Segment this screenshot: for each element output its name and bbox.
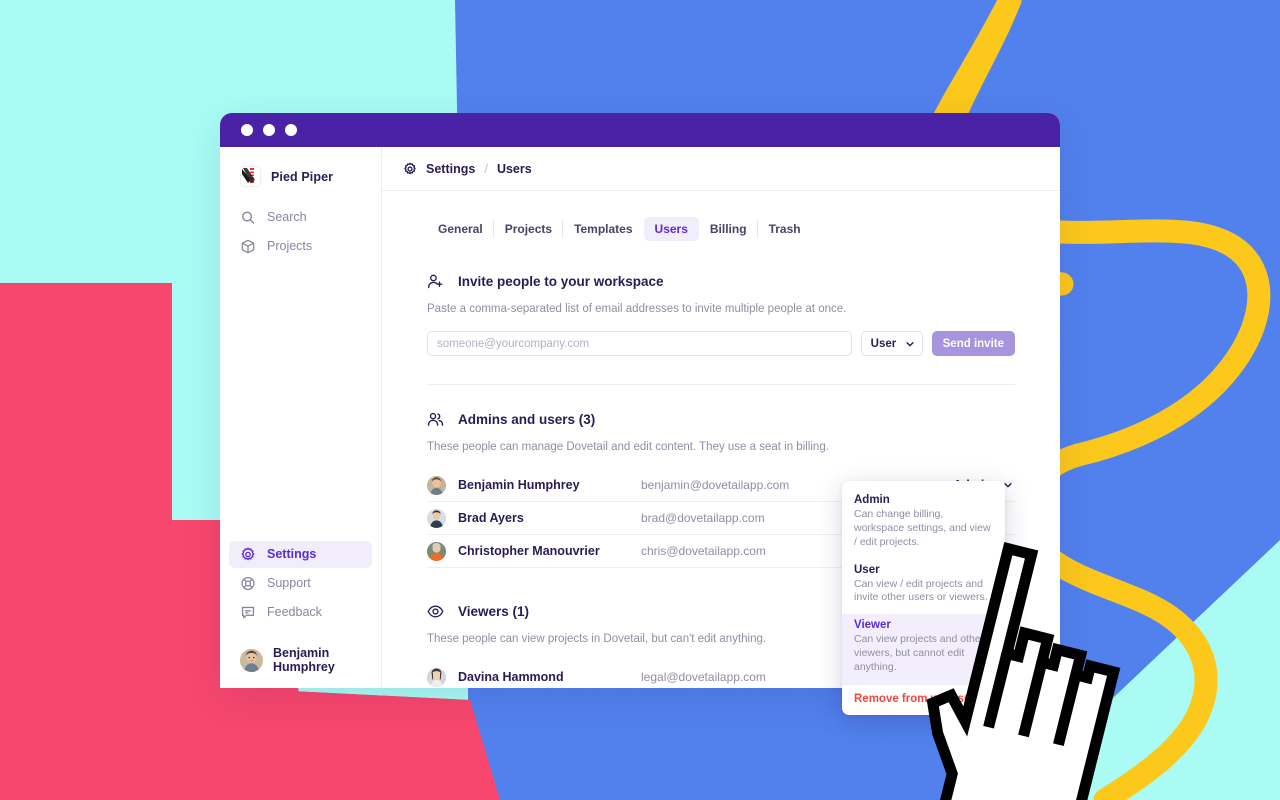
user-role-value: V (1004, 670, 1013, 684)
screenshot-canvas: Pied Piper Search Projects Settings Supp… (0, 0, 1280, 800)
search-icon (242, 211, 255, 224)
sidebar-item-settings[interactable]: Settings (229, 541, 372, 568)
role-option-user-desc: Can view / edit projects and invite othe… (854, 577, 988, 604)
window-close-button[interactable] (241, 124, 253, 136)
role-option-viewer-desc: Can view projects and other viewers, but… (854, 633, 985, 674)
breadcrumb-root[interactable]: Settings (426, 162, 475, 176)
avatar (427, 541, 446, 561)
remove-from-workspace-button[interactable]: Remove from workspace (842, 683, 1005, 715)
workspace-name: Pied Piper (271, 169, 334, 184)
sidebar-item-support-label: Support (267, 576, 311, 591)
role-option-admin-title: Admin (854, 494, 890, 506)
sidebar-current-user-name: Benjamin Humphrey (273, 646, 335, 674)
avatar (427, 667, 446, 687)
avatar (427, 508, 446, 528)
invite-role-select[interactable]: User (860, 331, 923, 356)
tab-templates[interactable]: Templates (562, 217, 643, 241)
workspace-switcher[interactable]: Pied Piper (220, 161, 381, 192)
chevron-down-icon (906, 341, 914, 346)
sidebar-item-support[interactable]: Support (229, 570, 372, 597)
tab-trash[interactable]: Trash (756, 217, 812, 241)
sidebar-item-feedback-label: Feedback (267, 605, 322, 620)
invite-subtitle: Paste a comma-separated list of email ad… (427, 303, 847, 315)
eye-icon (427, 605, 444, 618)
invite-email-input[interactable] (427, 331, 852, 356)
breadcrumb-current: Users (496, 161, 532, 176)
breadcrumb: Settings / Users (382, 147, 1060, 191)
avatar (427, 475, 446, 495)
tab-projects[interactable]: Projects (492, 217, 563, 241)
sidebar-item-search[interactable]: Search (229, 204, 372, 231)
sidebar-item-settings-label: Settings (267, 547, 317, 562)
role-option-admin-desc: Can change billing, workspace settings, … (854, 508, 991, 548)
invite-role-value: User (870, 337, 897, 350)
admins-title: Admins and users (3) (458, 412, 596, 427)
person-plus-icon (428, 274, 443, 289)
user-role-dropdown[interactable]: V (1005, 670, 1015, 684)
box-icon (241, 239, 255, 254)
gear-icon (241, 547, 255, 561)
sidebar-item-projects[interactable]: Projects (229, 233, 372, 260)
admins-subtitle: These people can manage Dovetail and edi… (427, 441, 829, 453)
window-titlebar (220, 113, 1060, 147)
viewers-title: Viewers (1) (458, 604, 530, 619)
invite-section-header: Invite people to your workspace (427, 273, 1015, 290)
user-name: Christopher Manouvrier (458, 544, 600, 558)
people-icon (427, 412, 444, 426)
sidebar-item-feedback[interactable]: Feedback (229, 599, 372, 626)
role-option-viewer-title: Viewer (854, 619, 891, 632)
gear-icon (404, 162, 416, 174)
role-option-user-title: User (854, 563, 880, 576)
role-option-user[interactable]: User Can view / edit projects and invite… (842, 559, 1005, 615)
admins-section-header: Admins and users (3) (427, 411, 1015, 428)
sidebar-item-search-label: Search (267, 210, 307, 225)
role-option-admin[interactable]: Admin Can change billing, workspace sett… (842, 489, 1005, 559)
pied-piper-logo-icon (240, 166, 261, 187)
settings-tabs: General Projects Templates Users Billing… (427, 217, 1015, 241)
lifebuoy-icon (241, 576, 255, 591)
tab-billing[interactable]: Billing (699, 217, 758, 241)
user-name: Davina Hammond (458, 670, 564, 684)
role-option-viewer[interactable]: Viewer Can view projects and other viewe… (842, 614, 1005, 684)
sidebar-current-user[interactable]: Benjamin Humphrey (220, 637, 381, 674)
sidebar-item-projects-label: Projects (267, 239, 313, 254)
window-minimize-button[interactable] (263, 124, 275, 136)
tab-users[interactable]: Users (643, 217, 699, 241)
user-name: Benjamin Humphrey (458, 478, 580, 492)
window-maximize-button[interactable] (285, 124, 297, 136)
invite-form: User Send invite (427, 331, 1015, 356)
tab-general[interactable]: General (427, 217, 494, 241)
comment-icon (241, 606, 255, 619)
section-divider (427, 384, 1015, 385)
invite-title: Invite people to your workspace (458, 274, 664, 289)
user-name: Brad Ayers (458, 511, 524, 525)
sidebar: Pied Piper Search Projects Settings Supp… (220, 147, 382, 688)
breadcrumb-separator: / (484, 161, 488, 176)
avatar (240, 648, 263, 672)
role-dropdown-menu: Admin Can change billing, workspace sett… (842, 481, 1005, 715)
send-invite-button[interactable]: Send invite (931, 331, 1015, 356)
